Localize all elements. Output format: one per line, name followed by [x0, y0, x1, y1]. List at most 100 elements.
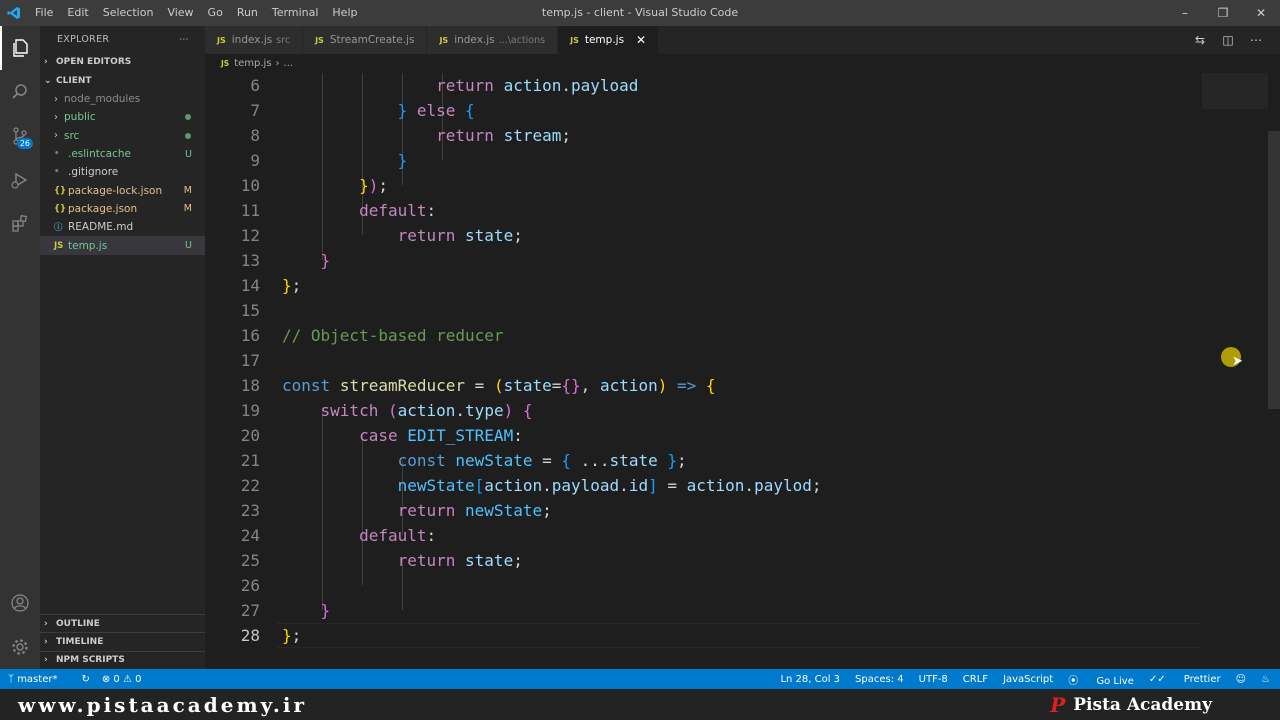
code-editor[interactable]: 6 return action.payload 7 } else { 8 ret… — [205, 73, 1280, 669]
source-control-icon[interactable]: 26 — [0, 114, 40, 158]
line-number: 17 — [240, 351, 260, 370]
notifications-bell-icon[interactable]: ♨ — [1261, 674, 1270, 685]
menu-edit[interactable]: Edit — [60, 0, 95, 26]
open-changes-icon[interactable]: ⇆ — [1186, 33, 1214, 47]
line-number: 19 — [240, 401, 260, 420]
code-line: 9 } — [205, 148, 1205, 173]
sync-icon[interactable]: ↻ — [81, 674, 89, 685]
code-line-current: 28}; — [205, 623, 1205, 648]
js-file-icon: JS — [315, 35, 324, 45]
line-number: 11 — [240, 201, 260, 220]
go-live-button[interactable]: ⦿ Go Live — [1068, 672, 1134, 687]
git-status-badge: U — [185, 240, 192, 252]
json-file-icon: {} — [54, 185, 67, 196]
explorer-header: EXPLORER ⋯ — [40, 26, 205, 52]
line-number: 20 — [240, 426, 260, 445]
file-tree-item[interactable]: › public — [40, 108, 205, 126]
open-editors-section[interactable]: › OPEN EDITORS — [40, 52, 205, 71]
prettier-status[interactable]: ✓✓ Prettier — [1149, 674, 1221, 685]
menu-view[interactable]: View — [160, 0, 200, 26]
menu-file[interactable]: File — [28, 0, 60, 26]
modified-dot-icon — [185, 132, 191, 139]
activity-bar: 26 — [0, 26, 40, 669]
line-number: 10 — [240, 176, 260, 195]
file-tree-item[interactable]: › src — [40, 127, 205, 145]
explorer-title: EXPLORER — [57, 33, 110, 45]
tab-label: StreamCreate.js — [329, 34, 415, 46]
git-status-badge: M — [183, 185, 192, 197]
indentation[interactable]: Spaces: 4 — [855, 674, 904, 685]
vertical-scrollbar[interactable] — [1268, 131, 1280, 409]
menu-run[interactable]: Run — [230, 0, 265, 26]
tab-description: ...\actions — [498, 34, 546, 46]
feedback-icon[interactable]: ☺ — [1236, 674, 1246, 685]
minimap[interactable] — [1202, 73, 1268, 109]
language-mode[interactable]: JavaScript — [1003, 674, 1053, 685]
close-window-icon[interactable]: ✕ — [1242, 0, 1280, 26]
git-status-badge: M — [183, 203, 192, 215]
run-debug-icon[interactable] — [0, 158, 40, 202]
file-icon: • — [54, 149, 60, 160]
file-tree-item[interactable]: › node_modules — [40, 90, 205, 108]
line-number: 27 — [240, 601, 260, 620]
problems-status[interactable]: ⊗ 0 ⚠ 0 — [102, 674, 142, 685]
js-file-icon: JS — [217, 35, 226, 45]
file-tree-item[interactable]: JS temp.js U — [40, 236, 205, 255]
explorer-icon[interactable] — [0, 26, 40, 70]
code-line: 19 switch (action.type) { — [205, 398, 1205, 423]
code-line: 10 }); — [205, 173, 1205, 198]
js-file-icon: JS — [439, 35, 449, 45]
line-ending[interactable]: CRLF — [963, 674, 988, 685]
file-tree-item[interactable]: {} package.json M — [40, 200, 205, 218]
code-line: 26 — [205, 573, 1205, 598]
prettier-label: Prettier — [1183, 673, 1221, 685]
line-number: 26 — [240, 576, 260, 595]
breadcrumb-file[interactable]: temp.js — [234, 58, 271, 69]
breadcrumb-separator-icon: › — [275, 58, 280, 69]
npm-scripts-section[interactable]: › NPM SCRIPTS — [40, 650, 205, 669]
cursor-position[interactable]: Ln 28, Col 3 — [780, 674, 840, 685]
timeline-section[interactable]: › TIMELINE — [40, 632, 205, 650]
file-icon: • — [54, 167, 60, 178]
more-actions-icon[interactable]: ⋯ — [1242, 33, 1270, 47]
branch-label: master* — [17, 673, 58, 685]
tab-temp-js[interactable]: JS temp.js ✕ — [558, 26, 660, 54]
close-tab-icon[interactable]: ✕ — [636, 33, 646, 47]
minimize-icon[interactable]: – — [1166, 0, 1204, 26]
extensions-icon[interactable] — [0, 202, 40, 246]
git-status-badge: U — [185, 148, 192, 160]
file-tree-item[interactable]: • .gitignore — [40, 163, 205, 181]
file-tree-label: package-lock.json — [68, 184, 163, 197]
tab-index-src[interactable]: JS index.js src — [205, 26, 304, 54]
split-editor-icon[interactable]: ◫ — [1214, 33, 1242, 47]
file-tree-item[interactable]: {} package-lock.json M — [40, 181, 205, 199]
modified-dot-icon — [185, 114, 191, 121]
watermark-banner: www.pistaacademy.ir P Pista Academy — [0, 689, 1280, 720]
status-bar: ᛉ master* ↻ ⊗ 0 ⚠ 0 Ln 28, Col 3 Spaces:… — [0, 669, 1280, 689]
search-icon[interactable] — [0, 70, 40, 114]
restore-icon[interactable]: ❐ — [1204, 0, 1242, 26]
encoding[interactable]: UTF-8 — [919, 674, 948, 685]
mouse-pointer-icon: ➤ — [1232, 354, 1243, 369]
line-number: 24 — [240, 526, 260, 545]
menu-selection[interactable]: Selection — [96, 0, 161, 26]
chevron-right-icon: › — [44, 56, 48, 67]
file-tree-item[interactable]: ⓘ README.md — [40, 218, 205, 236]
tab-label: index.js — [454, 34, 495, 46]
file-tree-item[interactable]: • .eslintcache U — [40, 145, 205, 163]
outline-section[interactable]: › OUTLINE — [40, 614, 205, 632]
menu-terminal[interactable]: Terminal — [265, 0, 326, 26]
menu-go[interactable]: Go — [201, 0, 230, 26]
js-file-icon: JS — [221, 59, 230, 68]
settings-gear-icon[interactable] — [0, 625, 40, 669]
tab-description: src — [276, 34, 291, 46]
client-root-section[interactable]: ⌄ CLIENT — [40, 71, 205, 90]
more-actions-icon[interactable]: ⋯ — [179, 34, 189, 45]
branch-status[interactable]: ᛉ master* — [8, 674, 69, 685]
account-icon[interactable] — [0, 581, 40, 625]
menu-help[interactable]: Help — [325, 0, 364, 26]
tab-index-actions[interactable]: JS index.js ...\actions — [427, 26, 559, 54]
breadcrumb-symbol[interactable]: ... — [284, 58, 294, 69]
line-number: 22 — [240, 476, 260, 495]
tab-streamcreate[interactable]: JS StreamCreate.js — [303, 26, 428, 54]
